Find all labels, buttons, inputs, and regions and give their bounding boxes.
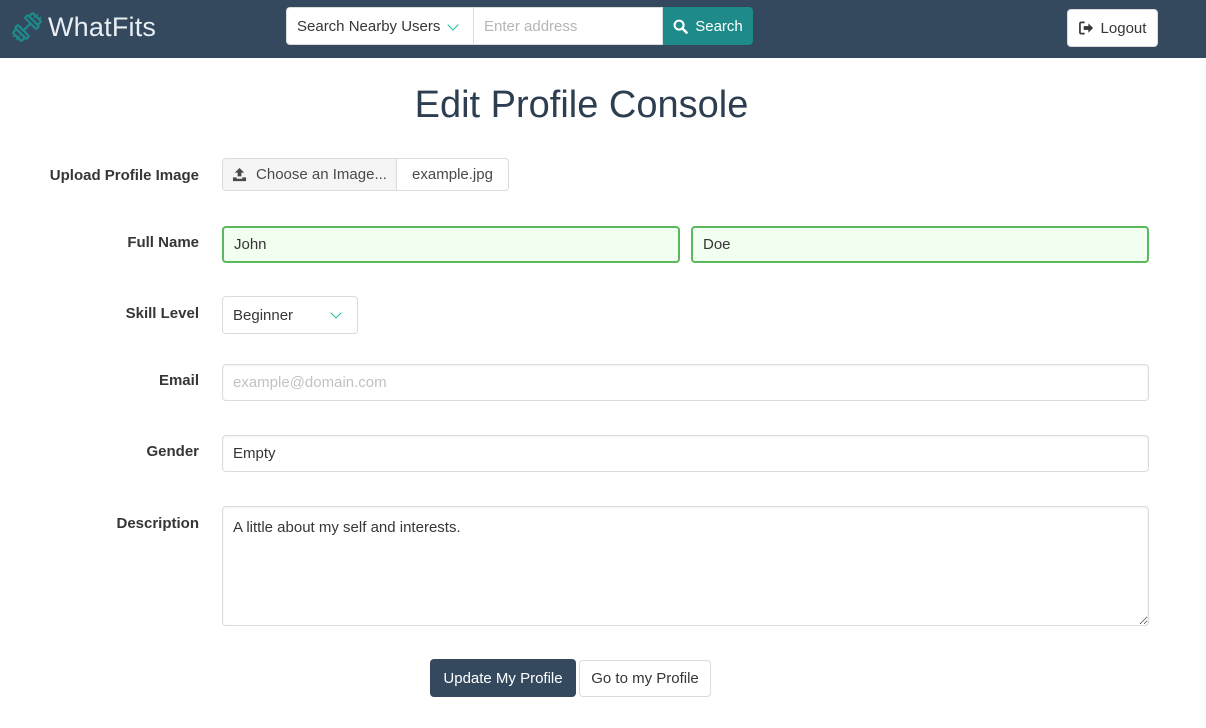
search-button[interactable]: Search <box>663 7 753 45</box>
logout-label: Logout <box>1100 19 1147 37</box>
logout-button[interactable]: Logout <box>1067 9 1158 47</box>
email-label: Email <box>158 372 199 389</box>
description-textarea[interactable]: A little about my self and interests. <box>222 506 1149 626</box>
file-upload: Choose an Image... example.jpg <box>222 158 509 191</box>
full-name-label: Full Name <box>127 234 199 251</box>
update-profile-button[interactable]: Update My Profile <box>430 659 576 697</box>
description-label: Description <box>116 515 199 532</box>
upload-label: Upload Profile Image <box>49 167 199 184</box>
search-bar: Search Nearby Users Search <box>286 7 753 45</box>
email-input[interactable] <box>222 364 1149 401</box>
sign-out-icon <box>1078 21 1093 35</box>
search-icon <box>673 19 689 34</box>
search-type-select[interactable]: Search Nearby Users <box>286 7 474 45</box>
gender-input[interactable] <box>222 435 1149 472</box>
choose-image-button[interactable]: Choose an Image... <box>222 158 397 191</box>
skill-level-select[interactable]: Beginner <box>222 296 358 334</box>
choose-image-label: Choose an Image... <box>256 166 387 183</box>
chevron-down-icon <box>447 19 459 31</box>
file-name: example.jpg <box>397 158 509 191</box>
brand-logo[interactable]: WhatFits <box>10 8 156 46</box>
search-type-value: Search Nearby Users <box>297 17 441 35</box>
page-title: Edit Profile Console <box>414 84 749 126</box>
skill-level-value: Beginner <box>233 306 294 324</box>
upload-icon <box>232 167 247 182</box>
go-to-profile-button[interactable]: Go to my Profile <box>579 660 711 697</box>
gender-label: Gender <box>146 443 199 460</box>
skill-level-label: Skill Level <box>125 305 199 322</box>
chevron-down-icon <box>330 307 342 319</box>
dumbbell-icon <box>12 12 42 42</box>
navbar: WhatFits Search Nearby Users Search Logo… <box>0 0 1206 58</box>
last-name-input[interactable] <box>691 226 1149 263</box>
address-input[interactable] <box>474 7 663 45</box>
brand-name: WhatFits <box>48 11 157 42</box>
search-button-label: Search <box>695 17 743 35</box>
first-name-input[interactable] <box>222 226 680 263</box>
